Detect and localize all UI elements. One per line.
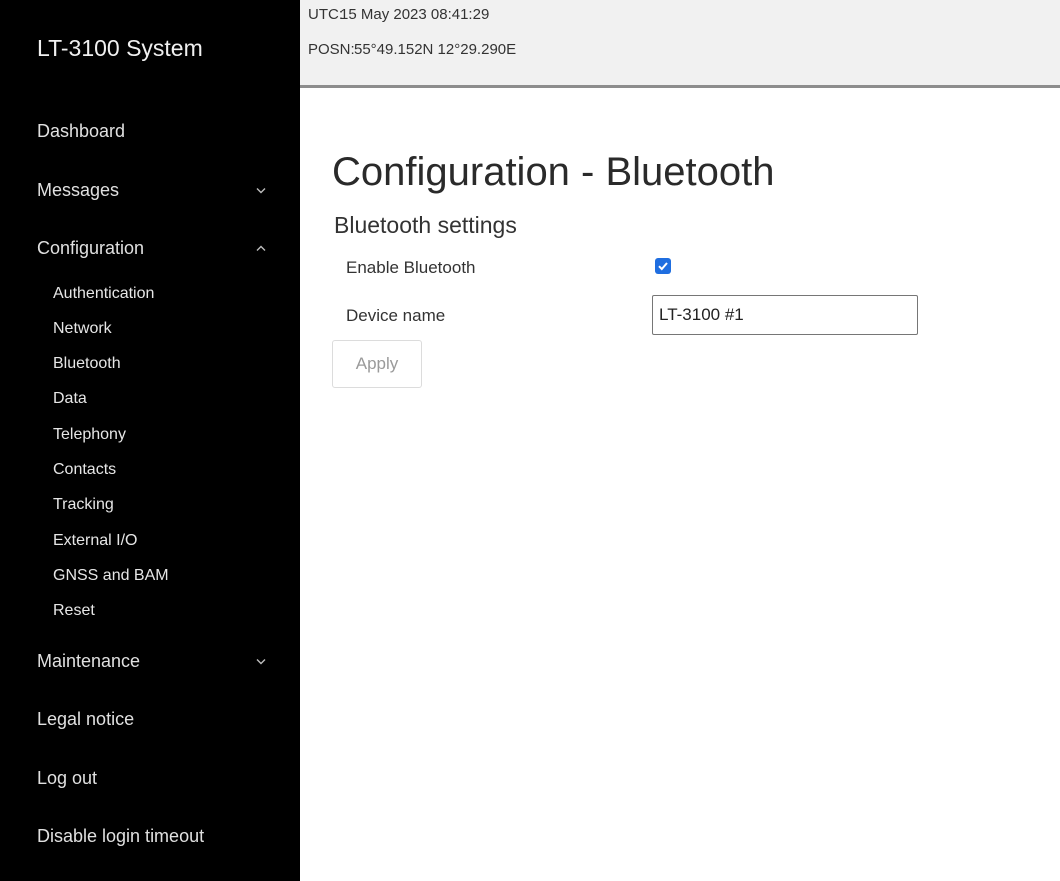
chevron-up-icon xyxy=(251,238,271,258)
sidebar-item-data[interactable]: Data xyxy=(53,387,87,411)
nav-legal-notice[interactable]: Legal notice xyxy=(37,704,271,734)
device-name-input[interactable] xyxy=(652,295,918,335)
sidebar-item-reset[interactable]: Reset xyxy=(53,599,95,623)
nav-label: Messages xyxy=(37,179,120,200)
sidebar-item-authentication[interactable]: Authentication xyxy=(53,282,154,306)
utc-readout: UTC:15 May 2023 08:41:29 xyxy=(308,6,489,23)
enable-bluetooth-checkbox[interactable] xyxy=(655,258,671,274)
sidebar-item-telephony[interactable]: Telephony xyxy=(53,423,126,447)
brand-title: LT-3100 System xyxy=(37,35,203,61)
sidebar-item-network[interactable]: Network xyxy=(53,317,112,341)
nav-label: Log out xyxy=(37,767,98,788)
nav-label: Configuration xyxy=(37,237,145,258)
nav-dashboard[interactable]: Dashboard xyxy=(37,116,271,146)
nav-label: Maintenance xyxy=(37,650,141,671)
device-name-label: Device name xyxy=(346,306,446,325)
status-bar: UTC:15 May 2023 08:41:29 POSN:55°49.152N… xyxy=(300,0,1060,88)
nav-messages[interactable]: Messages xyxy=(37,175,271,205)
sidebar-item-tracking[interactable]: Tracking xyxy=(53,493,114,517)
sidebar: LT-3100 System Dashboard Messages Config… xyxy=(0,0,300,881)
sidebar-item-bluetooth[interactable]: Bluetooth xyxy=(53,352,121,376)
nav-maintenance[interactable]: Maintenance xyxy=(37,646,271,676)
posn-label: POSN: xyxy=(308,41,355,58)
nav-configuration[interactable]: Configuration xyxy=(37,233,271,263)
sidebar-item-gnss-bam[interactable]: GNSS and BAM xyxy=(53,564,169,588)
section-title: Bluetooth settings xyxy=(334,212,517,238)
position-readout: POSN:55°49.152N 12°29.290E xyxy=(308,41,516,58)
sidebar-item-external-io[interactable]: External I/O xyxy=(53,529,137,553)
nav-label: Legal notice xyxy=(37,708,135,729)
chevron-down-icon xyxy=(251,180,271,200)
posn-value: 55°49.152N 12°29.290E xyxy=(354,41,517,58)
chevron-down-icon xyxy=(251,651,271,671)
sidebar-item-contacts[interactable]: Contacts xyxy=(53,458,116,482)
nav-label: Dashboard xyxy=(37,120,126,141)
nav-disable-login-timeout[interactable]: Disable login timeout xyxy=(37,821,271,851)
apply-button[interactable]: Apply xyxy=(332,340,422,388)
utc-label: UTC: xyxy=(308,6,343,23)
nav-label: Disable login timeout xyxy=(37,825,205,846)
checkmark-icon xyxy=(658,262,668,271)
enable-bluetooth-label: Enable Bluetooth xyxy=(346,258,476,277)
utc-value: 15 May 2023 08:41:29 xyxy=(340,6,490,23)
nav-log-out[interactable]: Log out xyxy=(37,763,271,793)
page-title: Configuration - Bluetooth xyxy=(332,150,775,194)
